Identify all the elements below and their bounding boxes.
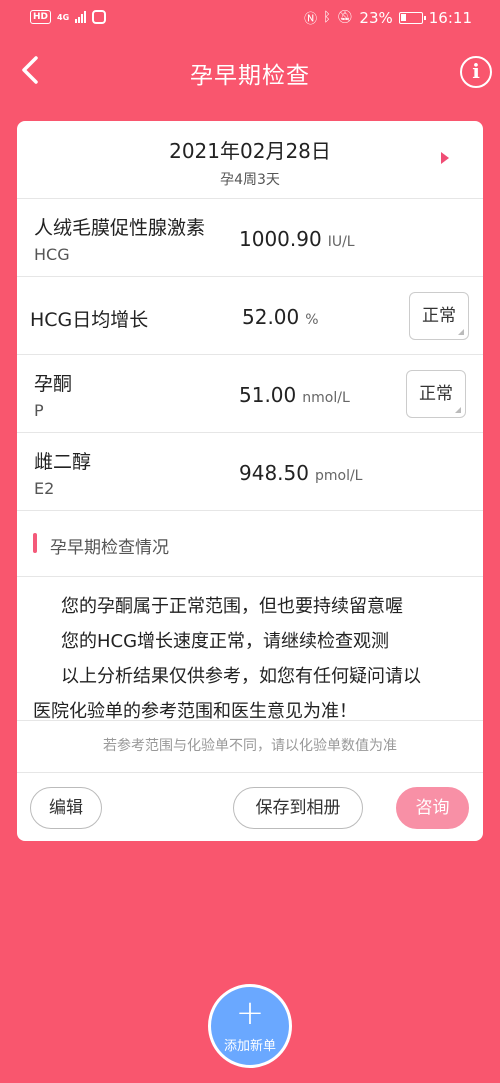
section-accent-bar — [33, 533, 37, 553]
signal-icon — [75, 11, 87, 23]
gestation-week: 孕4周3天 — [220, 172, 280, 188]
date-header: 2021年02月28日 孕4周3天 — [17, 121, 483, 199]
result-value: 948.50 pmol/L — [239, 461, 362, 485]
analysis-line: 以上分析结果仅供参考，如您有任何疑问请以 — [61, 666, 421, 687]
app-header: 孕早期检查 i — [0, 40, 500, 102]
battery-icon — [398, 11, 426, 24]
network-badge: 4G — [57, 12, 70, 22]
status-select[interactable]: 正常 — [409, 292, 469, 340]
result-row-hcg: 人绒毛膜促性腺激素 HCG 1000.90 IU/L — [17, 199, 483, 277]
result-unit: nmol/L — [302, 390, 350, 406]
result-unit: IU/L — [327, 234, 355, 250]
result-card: 2021年02月28日 孕4周3天 人绒毛膜促性腺激素 HCG 1000.90 I… — [17, 121, 483, 841]
app-notification-icon — [92, 10, 107, 24]
edit-button[interactable]: 编辑 — [30, 787, 102, 829]
result-number: 948.50 — [239, 461, 309, 485]
result-row-estradiol: 雌二醇 E2 948.50 pmol/L — [17, 433, 483, 511]
status-select[interactable]: 正常 — [406, 370, 466, 418]
result-name: 孕酮 — [34, 373, 73, 395]
result-value: 1000.90 IU/L — [239, 227, 355, 251]
result-number: 51.00 — [239, 383, 297, 407]
result-unit: pmol/L — [314, 468, 363, 484]
status-bar: HD 4G Ⓝ ᛒ 🔕︎ 23% 16:11 — [0, 0, 500, 36]
clock: 16:11 — [428, 8, 472, 27]
analysis-text: 您的孕酮属于正常范围，但也要持续留意喔 您的HCG增长速度正常，请继续检查观测 … — [17, 577, 483, 722]
status-right: Ⓝ ᛒ 🔕︎ 23% 16:11 — [304, 8, 472, 28]
add-new-report-button[interactable]: + 添加新单 — [208, 984, 292, 1068]
nfc-icon: Ⓝ — [304, 12, 318, 27]
page-title: 孕早期检查 — [190, 63, 310, 89]
result-unit: % — [305, 312, 319, 328]
result-code: E2 — [34, 479, 55, 498]
result-value: 51.00 nmol/L — [239, 383, 350, 407]
status-left: HD 4G — [30, 10, 107, 24]
result-code: P — [34, 401, 44, 420]
exam-date: 2021年02月28日 — [169, 139, 331, 163]
consult-button[interactable]: 咨询 — [396, 787, 469, 829]
result-row-progesterone: 孕酮 P 51.00 nmol/L 正常 — [17, 355, 483, 433]
save-to-album-button[interactable]: 保存到相册 — [233, 787, 363, 829]
next-date-arrow-icon[interactable] — [441, 152, 449, 164]
section-title: 孕早期检查情况 — [50, 538, 169, 558]
mute-icon: 🔕︎ — [336, 10, 354, 25]
info-button[interactable]: i — [460, 56, 492, 88]
analysis-line: 您的HCG增长速度正常，请继续检查观测 — [61, 631, 390, 652]
result-name: 人绒毛膜促性腺激素 — [34, 217, 206, 239]
info-icon: i — [472, 59, 480, 83]
action-bar: 编辑 保存到相册 咨询 — [17, 773, 483, 841]
result-value: 52.00% — [242, 305, 319, 329]
fab-label: 添加新单 — [223, 1039, 276, 1054]
result-name: 雌二醇 — [34, 451, 92, 473]
hd-badge: HD — [30, 10, 52, 24]
section-header: 孕早期检查情况 — [17, 511, 483, 577]
bluetooth-icon: ᛒ — [323, 10, 331, 25]
result-number: 52.00 — [242, 305, 300, 329]
result-name: HCG日均增长 — [30, 309, 149, 331]
result-row-hcg-growth: HCG日均增长 52.00% 正常 — [17, 277, 483, 355]
result-code: HCG — [34, 245, 70, 264]
analysis-line: 您的孕酮属于正常范围，但也要持续留意喔 — [61, 596, 403, 617]
result-number: 1000.90 — [239, 227, 322, 251]
plus-icon: + — [235, 993, 265, 1033]
battery-percent: 23% — [359, 8, 393, 27]
analysis-line: 医院化验单的参考范围和医生意见为准！ — [33, 701, 357, 722]
